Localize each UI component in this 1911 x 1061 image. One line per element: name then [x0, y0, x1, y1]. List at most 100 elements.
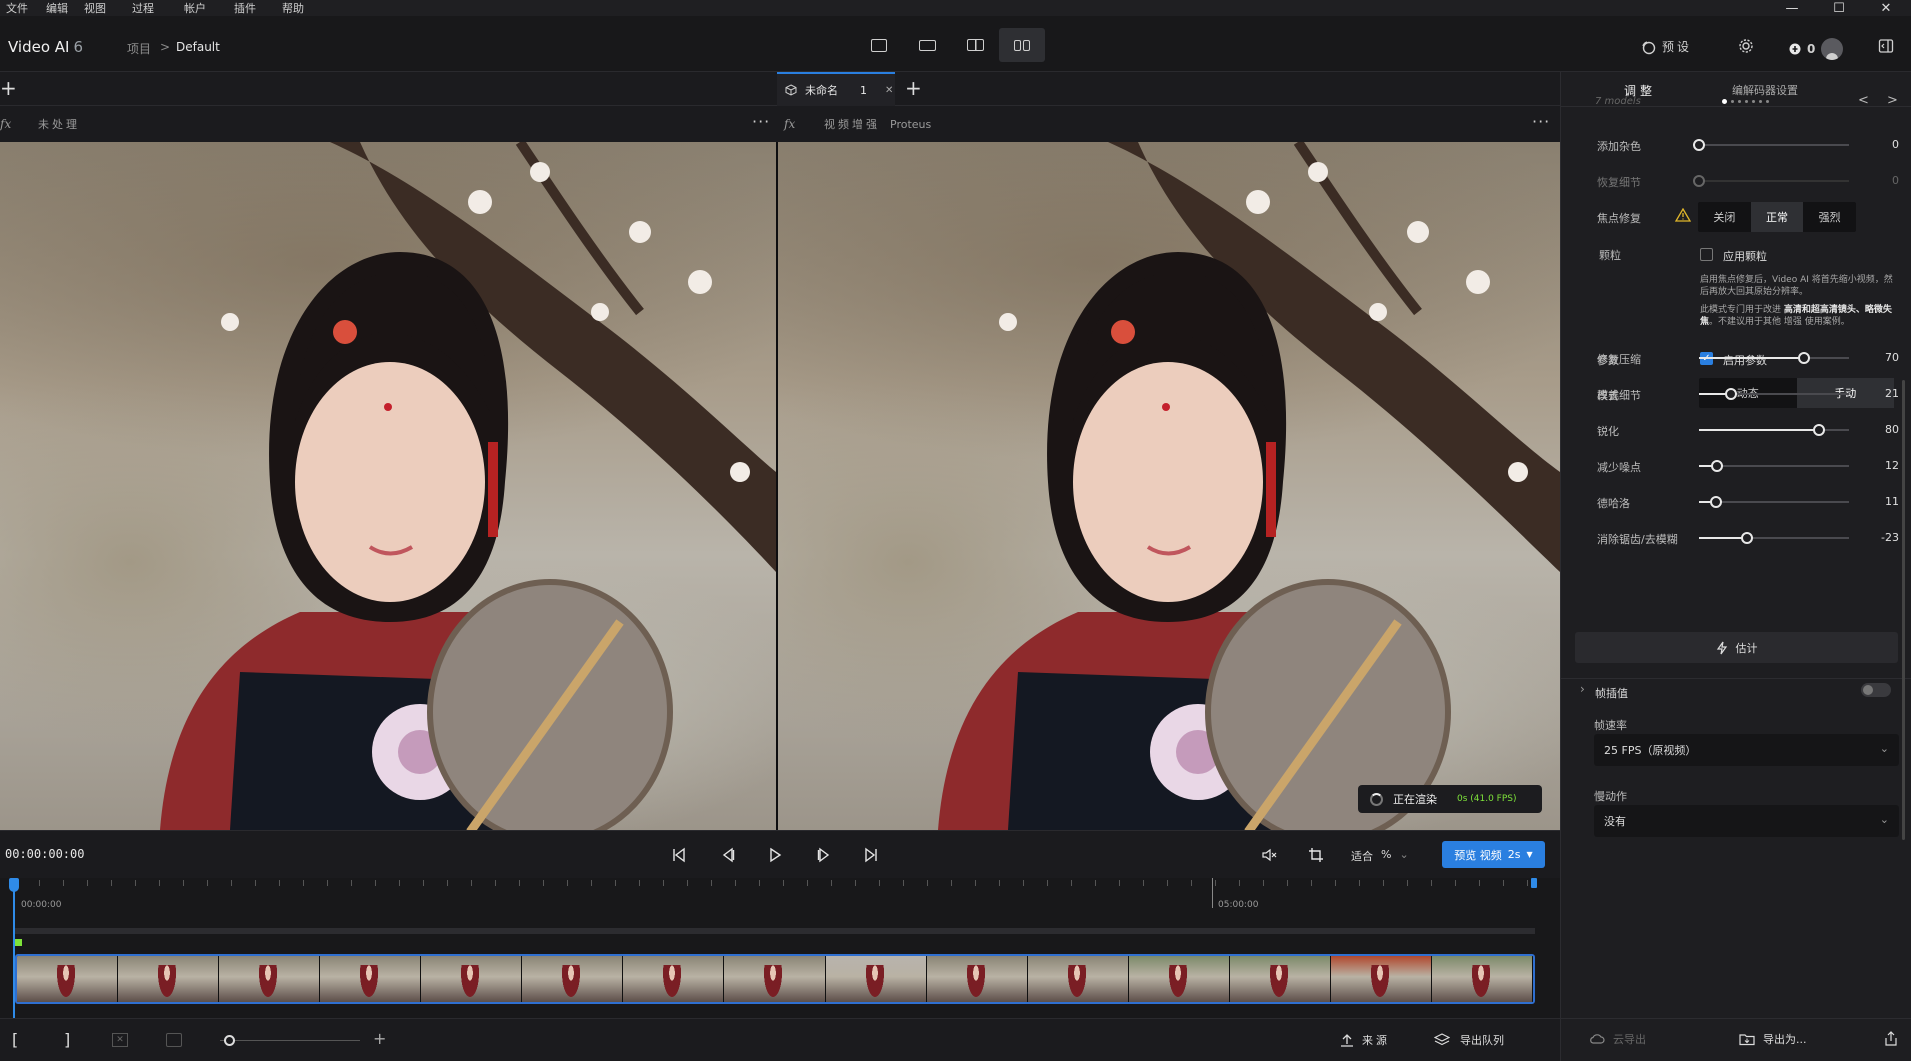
ruler-tick — [831, 880, 832, 886]
preview-tab[interactable]: 未命名 1 ✕ — [777, 72, 895, 106]
slider-knob[interactable] — [1709, 496, 1722, 508]
model-name: Proteus — [890, 117, 932, 131]
view-single-button[interactable] — [856, 28, 902, 62]
slider-knob[interactable] — [1813, 424, 1825, 436]
preview-dropdown-icon[interactable]: ▼ — [1527, 850, 1533, 859]
slider-knob[interactable] — [1711, 460, 1723, 472]
parameter-slider[interactable] — [1699, 460, 1849, 472]
timecode[interactable]: 00:00:00:00 — [5, 847, 84, 861]
play-icon — [770, 847, 782, 863]
enable-params-label[interactable]: 启用参数 — [1723, 352, 1767, 368]
go-to-end-button[interactable] — [858, 843, 884, 867]
add-noise-knob[interactable] — [1693, 139, 1705, 151]
zoom-slider-knob[interactable] — [224, 1035, 235, 1046]
filmstrip[interactable] — [15, 954, 1535, 1004]
maximize-button[interactable]: ☐ — [1816, 0, 1862, 16]
menu-plugins[interactable]: 插件 — [234, 0, 256, 16]
apply-grain-checkbox[interactable] — [1700, 248, 1713, 261]
mark-out-button[interactable]: ] — [64, 1030, 70, 1049]
source-button[interactable]: 来源 — [1340, 1032, 1390, 1048]
export-queue-button[interactable]: 导出队列 — [1434, 1032, 1504, 1048]
estimate-button[interactable]: 估计 — [1575, 632, 1898, 663]
slider-knob[interactable] — [1724, 388, 1737, 400]
recover-detail-knob[interactable] — [1693, 175, 1705, 187]
slowmo-dropdown[interactable]: 没有 ⌄ — [1594, 805, 1899, 837]
view-split-button[interactable] — [952, 28, 998, 62]
breadcrumb-project[interactable]: 项目 — [127, 40, 151, 57]
model-next-button[interactable]: > — [1887, 93, 1898, 108]
clear-in-out-button[interactable]: ✕ — [112, 1033, 128, 1047]
minimize-button[interactable]: — — [1769, 0, 1815, 16]
in-point-marker[interactable] — [15, 939, 22, 946]
toggle-panel-button[interactable] — [1878, 38, 1894, 54]
view-side-by-side-button[interactable] — [999, 28, 1045, 62]
add-left-tab-button[interactable]: + — [0, 76, 17, 100]
model-pager-dots[interactable] — [1722, 99, 1769, 104]
crop-button[interactable] — [1303, 843, 1329, 867]
close-button[interactable]: ✕ — [1863, 0, 1909, 16]
add-right-tab-button[interactable]: + — [905, 76, 922, 100]
go-to-start-button[interactable] — [666, 843, 692, 867]
frame-interp-label[interactable]: 帧插值 — [1595, 685, 1628, 701]
bottom-bar: [ ] ✕ + 来源 导出队列 — [0, 1018, 1560, 1061]
slider-fill — [1699, 357, 1804, 359]
parameter-slider[interactable] — [1699, 352, 1849, 364]
play-button[interactable] — [762, 843, 788, 867]
lightning-icon — [1716, 641, 1727, 654]
view-wide-button[interactable] — [904, 28, 950, 62]
right-more-button[interactable]: ··· — [1532, 112, 1550, 131]
ruler-tick — [639, 880, 640, 886]
zoom-select[interactable]: 适合 % ⌄ — [1351, 848, 1409, 864]
menu-view[interactable]: 视图 — [84, 0, 106, 16]
panel-scrollbar[interactable] — [1902, 380, 1905, 840]
ruler-tick — [1191, 880, 1192, 886]
focus-fix-normal[interactable]: 正常 — [1750, 202, 1804, 232]
apply-grain-label[interactable]: 应用颗粒 — [1723, 248, 1767, 264]
chevron-right-icon[interactable]: › — [1580, 682, 1585, 696]
mark-in-button[interactable]: [ — [12, 1030, 18, 1049]
preview-video-button[interactable]: 预览 视频 2s ▼ — [1442, 841, 1545, 868]
enhanced-video-frame[interactable]: 正在渲染 0s (41.0 FPS) — [778, 142, 1560, 830]
share-button[interactable] — [1884, 1031, 1898, 1050]
frame-interp-toggle[interactable] — [1861, 683, 1891, 697]
tab-close-icon[interactable]: ✕ — [885, 85, 893, 96]
settings-button[interactable] — [1738, 38, 1754, 54]
menu-edit[interactable]: 编辑 — [46, 0, 68, 16]
out-point-handle[interactable] — [1531, 878, 1537, 888]
credits-indicator[interactable]: 0 — [1789, 38, 1844, 60]
playhead-handle[interactable] — [9, 878, 19, 892]
focus-fix-strong[interactable]: 强烈 — [1803, 202, 1856, 232]
timeline-zoom-slider[interactable] — [220, 1035, 360, 1046]
left-fx-icon[interactable]: fx — [0, 117, 11, 131]
presets-button[interactable]: 预设 — [1640, 38, 1692, 55]
parameter-slider[interactable] — [1699, 388, 1849, 400]
snap-button[interactable] — [166, 1033, 182, 1047]
step-back-icon — [722, 847, 735, 863]
frame-rate-dropdown[interactable]: 25 FPS（原视频） ⌄ — [1594, 734, 1899, 766]
side-by-side-icon — [1014, 39, 1030, 51]
avatar[interactable] — [1821, 38, 1844, 60]
model-prev-button[interactable]: < — [1858, 93, 1869, 108]
parameter-slider[interactable] — [1699, 496, 1849, 508]
menu-account[interactable]: 帐户 — [184, 0, 206, 16]
slider-knob[interactable] — [1741, 532, 1753, 544]
right-fx-icon[interactable]: fx — [784, 117, 795, 131]
zoom-in-button[interactable]: + — [373, 1029, 386, 1048]
add-noise-slider[interactable] — [1693, 139, 1849, 151]
focus-fix-off[interactable]: 关闭 — [1698, 202, 1751, 232]
cloud-export-button[interactable]: 云导出 — [1589, 1031, 1646, 1047]
tab-codec-settings[interactable]: 编解码器设置 — [1732, 82, 1798, 98]
parameter-slider[interactable] — [1699, 424, 1849, 436]
menu-process[interactable]: 过程 — [132, 0, 154, 16]
mute-button[interactable] — [1256, 843, 1282, 867]
parameter-slider[interactable] — [1699, 532, 1849, 544]
left-more-button[interactable]: ··· — [752, 112, 770, 131]
previous-frame-button[interactable] — [715, 843, 741, 867]
menu-file[interactable]: 文件 — [6, 0, 28, 16]
original-video-frame[interactable] — [0, 142, 776, 830]
menu-help[interactable]: 帮助 — [282, 0, 304, 16]
export-as-button[interactable]: 导出为... — [1739, 1031, 1807, 1047]
recover-detail-slider[interactable] — [1693, 175, 1849, 187]
slider-knob[interactable] — [1798, 352, 1810, 364]
next-frame-button[interactable] — [811, 843, 837, 867]
